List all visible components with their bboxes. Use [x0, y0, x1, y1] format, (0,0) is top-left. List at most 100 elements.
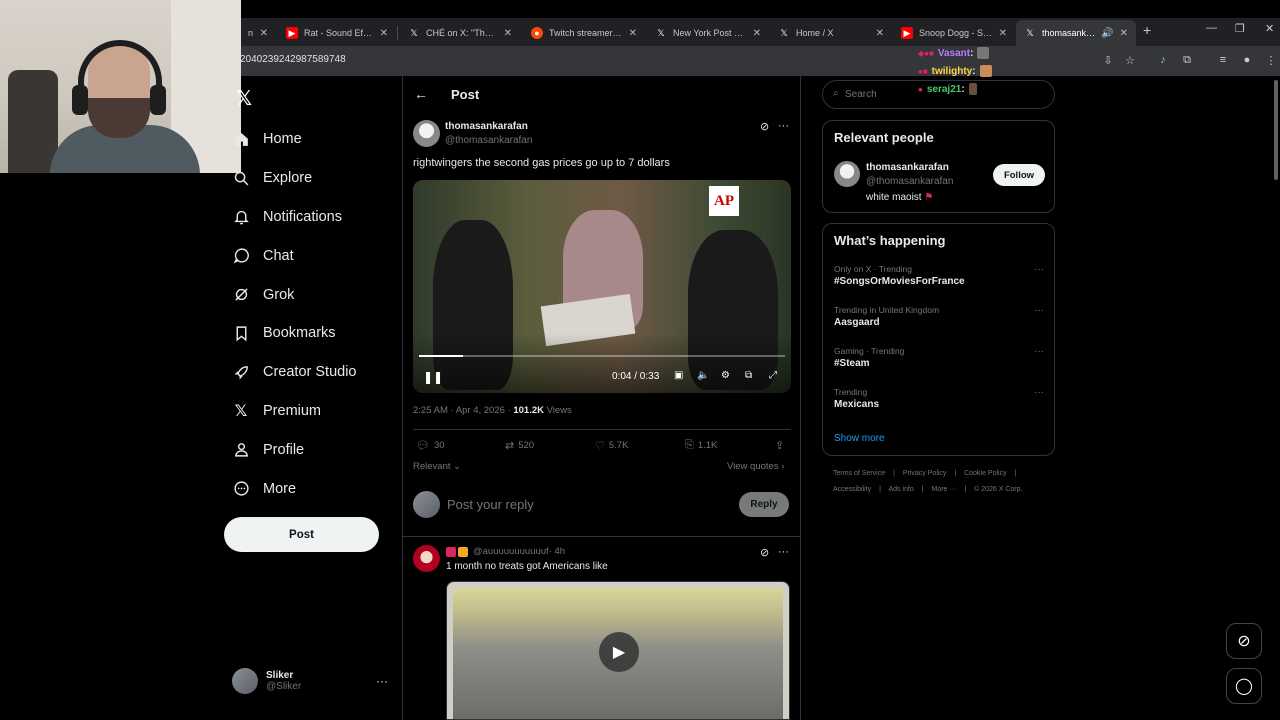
nav-item-bookmarks[interactable]: Bookmarks [232, 314, 357, 353]
nav-item-more[interactable]: More [232, 469, 357, 508]
play-icon[interactable]: ▶ [599, 632, 639, 672]
nav-item-premium[interactable]: 𝕏 Premium [232, 392, 357, 431]
trend-item[interactable]: Trending Mexicans ··· [834, 387, 1044, 410]
search-input[interactable]: ⌕ Search [822, 80, 1055, 109]
media-icon[interactable]: ♪ [1156, 54, 1170, 66]
close-tab-icon[interactable]: ✕ [260, 28, 268, 39]
footer-link-accessibility[interactable]: Accessibility [833, 486, 871, 493]
avatar[interactable] [413, 120, 440, 147]
menu-icon[interactable]: ⋮ [1264, 54, 1278, 67]
browser-tab[interactable]: 𝕏 CHÉ on X: "The tears✕ [400, 20, 520, 46]
trend-item[interactable]: Gaming · Trending #Steam ··· [834, 346, 1044, 369]
reply-button[interactable]: 💬︎ 30 [416, 439, 445, 452]
video-gradient [413, 333, 791, 393]
profile-icon[interactable]: ● [1240, 54, 1254, 66]
reply-sort-dropdown[interactable]: Relevant ⌄ [413, 461, 461, 472]
share-button[interactable]: ⇪ [775, 439, 788, 452]
follow-button[interactable]: Follow [993, 164, 1045, 186]
pause-icon[interactable]: ❚❚ [423, 370, 443, 384]
relevant-person-bio: white maoist ⚑ [866, 192, 934, 203]
browser-tab-active[interactable]: 𝕏 thomasankarafan 🔊 ✕ [1016, 20, 1136, 46]
fullscreen-icon[interactable]: ⤢ [769, 370, 777, 381]
close-tab-icon[interactable]: ✕ [629, 28, 637, 39]
more-icon[interactable]: ··· [1034, 346, 1044, 357]
chat-fab-button[interactable]: ◯ [1226, 668, 1262, 704]
browser-tab[interactable]: ▶ Rat - Sound Effect | P✕ [278, 20, 396, 46]
speaker-icon[interactable]: 🔊 [1101, 28, 1113, 39]
close-tab-icon[interactable]: ✕ [876, 28, 884, 39]
browser-tab[interactable]: 𝕏 Home / X ✕ [770, 20, 892, 46]
more-icon[interactable]: ··· [1034, 264, 1044, 275]
back-arrow-icon[interactable]: ← [414, 86, 428, 102]
footer-link-terms[interactable]: Terms of Service [833, 470, 885, 477]
bookmark-button[interactable]: ⎘ 1.1K [685, 439, 717, 452]
more-icon[interactable]: ··· [376, 674, 388, 688]
url-field[interactable]: 2040239242987589748 [240, 54, 346, 65]
footer-link-cookies[interactable]: Cookie Policy [964, 470, 1006, 477]
minimize-icon[interactable]: — [1206, 22, 1217, 34]
reply-submit-button[interactable]: Reply [739, 492, 789, 517]
close-tab-icon[interactable]: ✕ [1120, 28, 1128, 39]
avatar[interactable] [834, 161, 860, 187]
more-icon[interactable]: ··· [778, 546, 789, 558]
new-tab-icon[interactable]: + [1143, 22, 1151, 38]
grok-fab-button[interactable]: ⊘ [1226, 623, 1262, 659]
comment-video[interactable]: ▶ [446, 581, 790, 720]
grok-icon[interactable]: ⊘ [760, 546, 769, 559]
install-icon[interactable]: ⇩ [1101, 54, 1115, 67]
more-icon[interactable]: ··· [1034, 387, 1044, 398]
media-control-icon[interactable]: ≡ [1216, 54, 1230, 66]
browser-tab[interactable]: ▶ Snoop Dogg - Stop C✕ [893, 20, 1015, 46]
footer-link-more[interactable]: More ··· [932, 486, 957, 493]
relevant-person-handle[interactable]: @thomasankarafan [866, 176, 953, 187]
relevant-person-name[interactable]: thomasankarafan [866, 162, 949, 173]
footer-link-ads[interactable]: Ads info [888, 486, 913, 493]
captions-icon[interactable]: ▣ [674, 370, 683, 381]
close-tab-icon[interactable]: ✕ [753, 28, 761, 39]
close-tab-icon[interactable]: ✕ [999, 28, 1007, 39]
nav-item-creator-studio[interactable]: Creator Studio [232, 353, 357, 392]
account-switcher[interactable]: Sliker @Sliker ··· [232, 668, 392, 694]
browser-tab[interactable]: n ✕ [240, 20, 276, 46]
video-progress-bar[interactable] [419, 355, 785, 357]
repost-button[interactable]: ⇄ 520 [505, 439, 534, 452]
nav-item-home[interactable]: Home [232, 120, 357, 159]
nav-item-profile[interactable]: Profile [232, 430, 357, 469]
post-author-handle[interactable]: @thomasankarafan [445, 135, 532, 146]
pip-icon[interactable]: ⧉ [745, 370, 752, 381]
like-button[interactable]: ♡ 5.7K [595, 439, 628, 452]
restore-icon[interactable]: ❐ [1235, 22, 1245, 35]
browser-tab[interactable]: 𝕏 New York Post on X:✕ [647, 20, 769, 46]
post-button[interactable]: Post [224, 517, 379, 552]
x-logo-icon[interactable]: 𝕏 [236, 86, 252, 111]
more-icon[interactable]: ··· [1034, 305, 1044, 316]
volume-icon[interactable]: 🔈 [697, 370, 709, 381]
close-window-icon[interactable]: ✕ [1265, 22, 1274, 35]
avatar[interactable] [413, 545, 440, 572]
nav-item-explore[interactable]: Explore [232, 159, 357, 198]
scrollbar[interactable] [1274, 80, 1278, 180]
comment-handle[interactable]: @auuuuuuuuuuuf [473, 546, 549, 557]
youtube-icon: ▶ [901, 27, 913, 39]
settings-icon[interactable]: ⚙ [721, 370, 730, 381]
extensions-icon[interactable]: ⧉ [1180, 54, 1194, 67]
view-quotes-link[interactable]: View quotes › [727, 461, 784, 472]
webcam-headphone-cup [150, 85, 166, 115]
close-tab-icon[interactable]: ✕ [380, 28, 388, 39]
footer-link-privacy[interactable]: Privacy Policy [903, 470, 947, 477]
nav-item-chat[interactable]: Chat [232, 236, 357, 275]
trend-item[interactable]: Only on X · Trending #SongsOrMoviesForFr… [834, 264, 1044, 287]
browser-tab[interactable]: ● Twitch streamer Zoil ✕ [523, 20, 645, 46]
reply-input[interactable]: Post your reply [447, 497, 534, 512]
more-icon[interactable]: ··· [778, 120, 789, 132]
chat-emote [979, 65, 992, 77]
post-author-name[interactable]: thomasankarafan [445, 121, 528, 132]
grok-icon[interactable]: ⊘ [760, 120, 769, 133]
nav-item-grok[interactable]: Grok [232, 275, 357, 314]
nav-item-notifications[interactable]: Notifications [232, 198, 357, 237]
trend-item[interactable]: Trending in United Kingdom Aasgaard ··· [834, 305, 1044, 328]
video-player[interactable]: AP ❚❚ 0:04 / 0:33 ▣ 🔈 ⚙ ⧉ ⤢ [413, 180, 791, 393]
close-tab-icon[interactable]: ✕ [504, 28, 512, 39]
star-icon[interactable]: ☆ [1123, 54, 1137, 67]
show-more-link[interactable]: Show more [834, 433, 885, 444]
